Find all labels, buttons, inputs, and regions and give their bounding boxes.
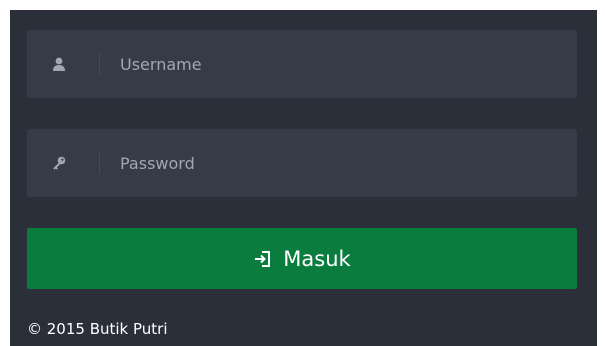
login-panel: Masuk © 2015 Butik Putri [10,10,597,346]
password-field[interactable] [27,129,577,197]
username-input[interactable] [120,30,560,98]
password-input[interactable] [120,129,560,197]
user-icon [53,57,65,71]
copyright-text: © 2015 Butik Putri [27,320,168,338]
login-button[interactable]: Masuk [27,228,577,289]
field-divider [99,152,100,174]
sign-in-icon [255,250,271,267]
login-button-label: Masuk [283,246,351,271]
field-divider [99,53,100,75]
username-field[interactable] [27,30,577,98]
key-icon [53,156,66,170]
